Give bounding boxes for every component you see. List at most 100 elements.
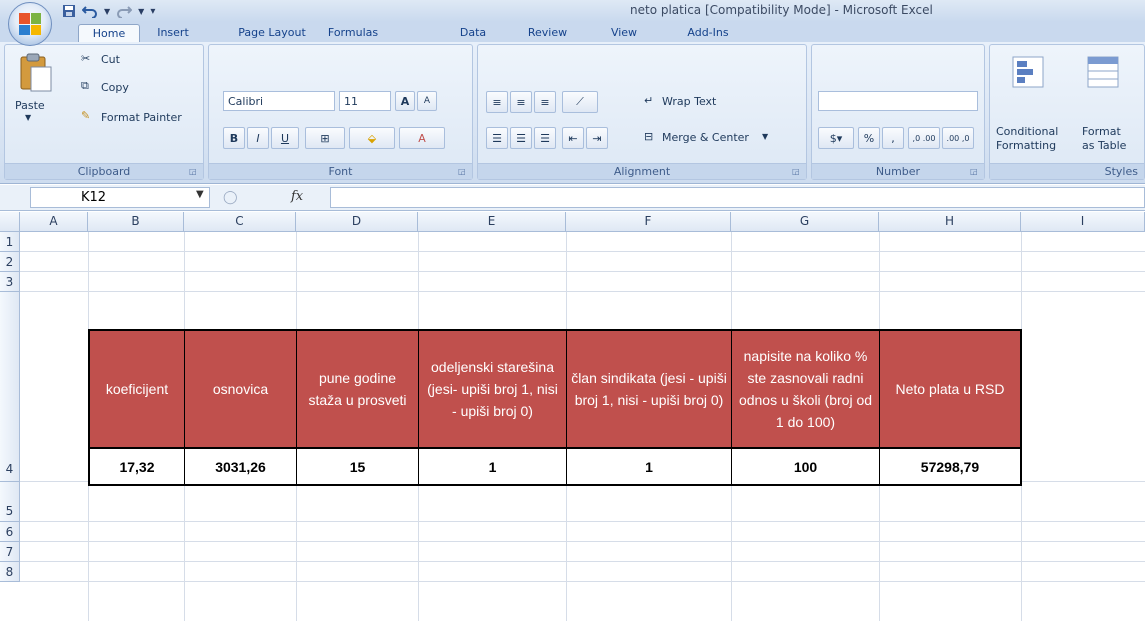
formula-bar: K12 ▼ ◯ fx [0, 185, 1145, 211]
format-painter-button[interactable]: ✎ Format Painter [81, 109, 201, 127]
row-header-4[interactable]: 4 [0, 292, 20, 482]
name-box[interactable]: K12 [30, 187, 210, 208]
dialog-launcher-icon[interactable]: ◲ [792, 167, 802, 177]
column-header-b[interactable]: B [88, 212, 184, 232]
column-header-c[interactable]: C [184, 212, 296, 232]
tab-review[interactable]: Review [520, 24, 575, 42]
column-header-f[interactable]: F [566, 212, 731, 232]
customize-toolbar-icon[interactable]: ▾ [150, 6, 155, 17]
row-header-1[interactable]: 1 [0, 232, 20, 252]
tab-insert[interactable]: Insert [143, 24, 203, 42]
wrap-text-button[interactable]: ↵ Wrap Text [644, 93, 764, 113]
format-as-table-button[interactable]: Format as Table [1076, 51, 1145, 152]
formula-input[interactable] [330, 187, 1145, 208]
increase-decimal-button[interactable]: ,0 .00 [908, 127, 940, 149]
cancel-entry-icon[interactable]: ◯ [223, 190, 238, 205]
header-koeficijent[interactable]: koeficijent [90, 331, 185, 447]
align-middle-icon[interactable]: ≡ [510, 91, 532, 113]
font-group: Calibri 11 A A B I U ⊞ ⬙ A Font ◲ [208, 44, 473, 180]
tab-data[interactable]: Data [453, 24, 493, 42]
decrease-decimal-button[interactable]: .00 ,0 [942, 127, 974, 149]
tab-home[interactable]: Home [78, 24, 140, 42]
italic-button[interactable]: I [247, 127, 269, 149]
align-top-icon[interactable]: ≡ [486, 91, 508, 113]
cell-koeficijent[interactable]: 17,32 [90, 449, 185, 484]
row-header-2[interactable]: 2 [0, 252, 20, 272]
font-group-label: Font [209, 163, 472, 179]
tab-page-layout[interactable]: Page Layout [232, 24, 312, 42]
fill-color-button[interactable]: ⬙ [349, 127, 395, 149]
column-header-a[interactable]: A [20, 212, 88, 232]
bold-button[interactable]: B [223, 127, 245, 149]
dropdown-arrow-icon[interactable]: ▼ [104, 7, 110, 16]
tab-formulas[interactable]: Formulas [318, 24, 388, 42]
wrap-text-label: Wrap Text [662, 95, 717, 108]
font-name-box[interactable]: Calibri [223, 91, 335, 111]
align-bottom-icon[interactable]: ≡ [534, 91, 556, 113]
header-osnovica[interactable]: osnovica [185, 331, 297, 447]
number-group-label: Number [812, 163, 984, 179]
tab-add-ins[interactable]: Add-Ins [678, 24, 738, 42]
font-size-box[interactable]: 11 [339, 91, 391, 111]
row-header-7[interactable]: 7 [0, 542, 20, 562]
cell-procenat[interactable]: 100 [732, 449, 880, 484]
quick-access-toolbar: ▼ ▼ ▾ [62, 2, 155, 20]
align-left-icon[interactable]: ☰ [486, 127, 508, 149]
header-neto-plata[interactable]: Neto plata u RSD [880, 331, 1020, 447]
office-button[interactable] [8, 2, 52, 46]
cell-staresina[interactable]: 1 [419, 449, 567, 484]
cell-osnovica[interactable]: 3031,26 [185, 449, 297, 484]
dialog-launcher-icon[interactable]: ◲ [458, 167, 468, 177]
align-right-icon[interactable]: ☰ [534, 127, 556, 149]
ribbon: Paste ▼ ✂ Cut ⧉ Copy ✎ Format Painter Cl… [0, 42, 1145, 184]
orientation-icon[interactable]: ⟋ [562, 91, 598, 113]
row-header-5[interactable]: 5 [0, 482, 20, 522]
gridline [20, 291, 1145, 292]
redo-icon[interactable] [116, 4, 133, 18]
merge-center-button[interactable]: ⊟ Merge & Center ▼ [644, 129, 794, 149]
header-staz[interactable]: pune godine staža u prosveti [297, 331, 419, 447]
formula-controls: ◯ fx [215, 188, 315, 208]
header-sindikat[interactable]: član sindikata (jesi - upiši broj 1, nis… [567, 331, 732, 447]
decrease-indent-icon[interactable]: ⇤ [562, 127, 584, 149]
accounting-format-icon[interactable]: $▾ [818, 127, 854, 149]
tab-view[interactable]: View [604, 24, 644, 42]
conditional-formatting-icon [1012, 56, 1044, 88]
cell-neto-plata[interactable]: 57298,79 [880, 449, 1020, 484]
dialog-launcher-icon[interactable]: ◲ [189, 167, 199, 177]
number-format-box[interactable] [818, 91, 978, 111]
header-staresina[interactable]: odeljenski starešina (jesi- upiši broj 1… [419, 331, 567, 447]
column-header-d[interactable]: D [296, 212, 418, 232]
copy-button[interactable]: ⧉ Copy [81, 79, 191, 97]
row-header-6[interactable]: 6 [0, 522, 20, 542]
column-header-i[interactable]: I [1021, 212, 1145, 232]
select-all-corner[interactable] [0, 212, 20, 232]
percent-button[interactable]: % [858, 127, 880, 149]
row-header-8[interactable]: 8 [0, 562, 20, 582]
paste-button[interactable]: Paste ▼ [13, 53, 57, 133]
cut-button[interactable]: ✂ Cut [81, 51, 191, 69]
header-procenat[interactable]: napisite na koliko % ste zasnovali radni… [732, 331, 880, 447]
grow-font-button[interactable]: A [395, 91, 415, 111]
insert-function-button[interactable]: fx [291, 189, 303, 204]
undo-icon[interactable] [82, 4, 98, 18]
comma-style-button[interactable]: , [882, 127, 904, 149]
worksheet-grid[interactable]: A B C D E F G H I 1 2 3 4 5 6 7 8 koefic… [0, 212, 1145, 621]
underline-button[interactable]: U [271, 127, 299, 149]
column-header-g[interactable]: G [731, 212, 879, 232]
align-center-icon[interactable]: ☰ [510, 127, 532, 149]
font-color-button[interactable]: A [399, 127, 445, 149]
increase-indent-icon[interactable]: ⇥ [586, 127, 608, 149]
dialog-launcher-icon[interactable]: ◲ [970, 167, 980, 177]
column-header-e[interactable]: E [418, 212, 566, 232]
shrink-font-button[interactable]: A [417, 91, 437, 111]
cell-staz[interactable]: 15 [297, 449, 419, 484]
row-header-3[interactable]: 3 [0, 272, 20, 292]
save-icon[interactable] [62, 4, 76, 18]
cell-sindikat[interactable]: 1 [567, 449, 732, 484]
chevron-down-icon[interactable]: ▼ [196, 189, 204, 200]
dropdown-arrow-icon[interactable]: ▼ [138, 7, 144, 16]
conditional-formatting-button[interactable]: Conditional Formatting [994, 51, 1064, 152]
borders-button[interactable]: ⊞ [305, 127, 345, 149]
column-header-h[interactable]: H [879, 212, 1021, 232]
